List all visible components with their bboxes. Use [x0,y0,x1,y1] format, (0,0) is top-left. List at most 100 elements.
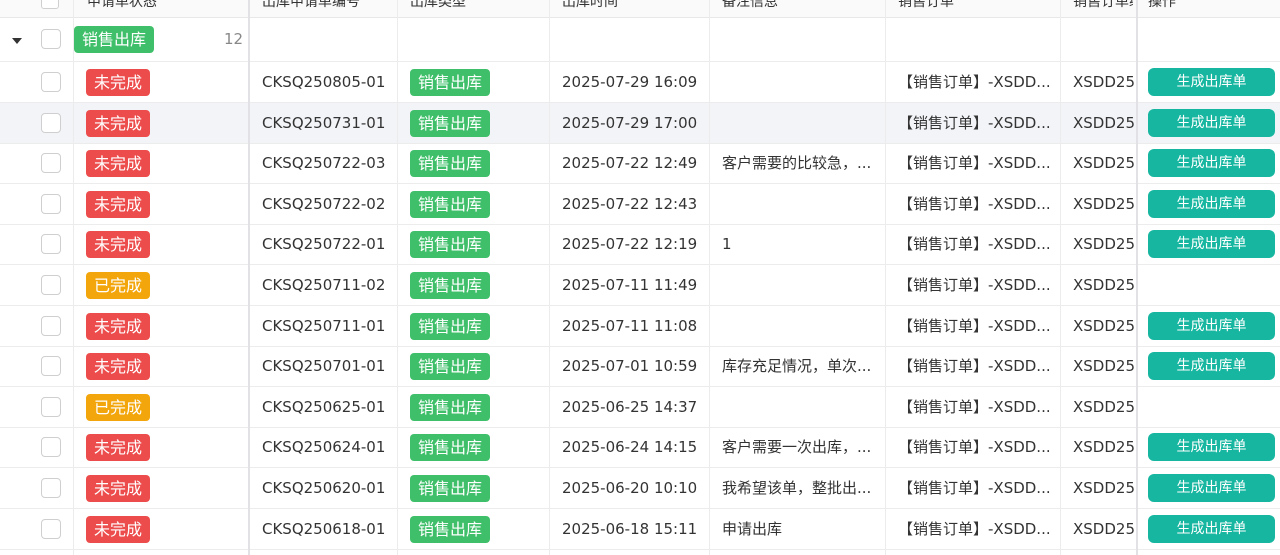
select-all-checkbox[interactable] [41,0,59,9]
remark: 库存充足情况，单次... [722,357,872,376]
outbound-time: 2025-07-11 11:08 [562,316,698,335]
table-row[interactable]: 未完成 CKSQ250805-01 销售出库 2025-07-29 16:09 【销售订… [0,62,1280,103]
column-header-sales-order-no[interactable]: 销售订单编号 [1073,0,1133,11]
group-count: 12 [224,30,244,48]
sales-order[interactable]: 【销售订单】-XSDD... [898,224,1056,264]
generate-outbound-button[interactable]: 生成出库单 [1148,311,1275,340]
table-row[interactable]: 未完成 CKSQ250722-02 销售出库 2025-07-22 12:43 【销售订… [0,184,1280,225]
outbound-type-tag: 销售出库 [410,353,491,381]
status-badge: 未完成 [86,69,151,96]
table-row[interactable]: 未完成 CKSQ250701-01 销售出库 2025-07-01 10:59 库存充足… [0,346,1280,388]
generate-outbound-button[interactable]: 生成出库单 [1148,189,1275,218]
remark: 客户需要的比较急，... [722,154,872,173]
column-header-status[interactable]: 申请单状态 [87,0,245,11]
column-divider [549,0,550,555]
request-code: CKSQ250625-01 [262,397,386,416]
remark: 1 [722,235,732,254]
column-header-request-code[interactable]: 出库申请单编号 [262,0,392,11]
sales-order[interactable]: 【销售订单】-XSDD... [898,306,1056,346]
outbound-type-tag: 销售出库 [410,150,491,178]
table-row[interactable]: 未完成 CKSQ250624-01 销售出库 2025-06-24 14:15 客户需要… [0,427,1280,469]
generate-outbound-button[interactable]: 生成出库单 [1148,149,1275,178]
sales-order[interactable]: 【销售订单】-XSDD... [898,62,1056,102]
row-checkbox[interactable] [41,396,61,417]
status-badge: 未完成 [86,109,151,137]
table-row[interactable]: 已完成 CKSQ250711-02 销售出库 2025-07-11 11:49 【销售订… [0,265,1280,306]
sales-order[interactable]: 【销售订单】-XSDD... [898,143,1056,183]
column-header-outbound-type[interactable]: 出库类型 [410,0,542,11]
sales-order[interactable]: 【销售订单】-XSDD... [898,509,1056,549]
generate-outbound-button[interactable]: 生成出库单 [1148,230,1275,259]
row-checkbox[interactable] [41,315,61,336]
row-checkbox[interactable] [41,356,61,377]
group-tag: 销售出库 [74,26,155,53]
status-badge: 未完成 [86,312,151,340]
group-checkbox[interactable] [41,29,61,49]
status-badge: 未完成 [86,434,151,462]
outbound-type-tag: 销售出库 [410,312,491,340]
table-row[interactable]: 未完成 CKSQ250711-01 销售出库 2025-07-11 11:08 【销售订… [0,306,1280,347]
table-header: 申请单状态 出库申请单编号 出库类型 出库时间 备注信息 销售订单 销售订单编号… [0,0,1280,18]
sales-order[interactable]: 【销售订单】-XSDD... [898,346,1056,386]
sales-order[interactable]: 【销售订单】-XSDD... [898,265,1056,305]
outbound-type-tag: 销售出库 [410,69,491,96]
outbound-time: 2025-07-29 17:00 [562,113,698,132]
remark [722,265,880,305]
generate-outbound-button[interactable]: 生成出库单 [1148,108,1275,137]
status-badge: 未完成 [86,353,151,381]
sales-order-no: XSDD250 [1073,73,1135,91]
group-row[interactable]: 销售出库 12 [0,17,1280,62]
column-divider [248,0,250,555]
row-checkbox[interactable] [41,193,61,214]
table-row[interactable]: 已完成 CKSQ250625-01 销售出库 2025-06-25 14:37 【销售订… [0,387,1280,428]
generate-outbound-button[interactable]: 生成出库单 [1148,474,1275,502]
outbound-type-tag: 销售出库 [410,434,491,462]
sales-order-no: XSDD250 [1073,194,1135,213]
outbound-type-tag: 销售出库 [410,109,491,137]
outbound-time: 2025-07-22 12:49 [562,154,698,173]
request-code: CKSQ250805-01 [262,73,386,91]
column-divider [885,0,886,555]
row-checkbox[interactable] [41,72,61,92]
table-row[interactable]: 未完成 CKSQ250620-01 销售出库 2025-06-20 10:10 我希望该… [0,468,1280,509]
generate-outbound-button[interactable]: 生成出库单 [1148,352,1275,381]
outbound-type-tag: 销售出库 [410,515,491,543]
sales-order[interactable]: 【销售订单】-XSDD... [898,427,1056,467]
row-checkbox[interactable] [41,437,61,458]
sales-order-no: XSDD250 [1073,276,1135,294]
table-row[interactable]: 未完成 CKSQ250618-01 销售出库 2025-06-18 15:11 申请出库… [0,509,1280,550]
column-header-remark[interactable]: 备注信息 [722,0,878,11]
outbound-time: 2025-06-25 14:37 [562,397,698,416]
sales-order[interactable]: 【销售订单】-XSDD... [898,184,1056,224]
request-code: CKSQ250624-01 [262,438,386,457]
status-badge: 未完成 [86,515,151,543]
column-header-sales-order[interactable]: 销售订单 [898,0,1054,11]
sales-order-no: XSDD250 [1073,357,1135,376]
sales-order-no: XSDD250 [1073,479,1135,497]
generate-outbound-button[interactable]: 生成出库单 [1148,433,1275,462]
generate-outbound-button[interactable]: 生成出库单 [1148,514,1275,543]
sales-order[interactable]: 【销售订单】-XSDD... [898,103,1056,143]
row-checkbox[interactable] [41,518,61,539]
generate-outbound-button[interactable]: 生成出库单 [1148,68,1275,96]
row-checkbox[interactable] [41,275,61,295]
row-checkbox[interactable] [41,234,61,255]
sales-order[interactable]: 【销售订单】-XSDD... [898,387,1056,427]
remark: 申请出库 [722,519,783,538]
sales-order-no: XSDD250 [1073,154,1135,173]
table-row[interactable]: 未完成 CKSQ250722-03 销售出库 2025-07-22 12:49 客户需要… [0,143,1280,185]
row-checkbox[interactable] [41,478,61,498]
outbound-time: 2025-06-20 10:10 [562,479,698,497]
remark [722,103,880,143]
table-row[interactable]: 未完成 CKSQ250722-01 销售出库 2025-07-22 12:19 1 【销售… [0,224,1280,266]
column-header-outbound-time[interactable]: 出库时间 [562,0,702,11]
sales-order-no: XSDD250 [1073,519,1135,538]
request-code: CKSQ250711-01 [262,316,386,335]
sales-order[interactable]: 【销售订单】-XSDD... [898,468,1056,508]
request-code: CKSQ250731-01 [262,113,386,132]
remark [722,62,880,102]
caret-down-icon[interactable] [12,38,22,44]
row-checkbox[interactable] [41,112,61,133]
table-row[interactable]: 未完成 CKSQ250731-01 销售出库 2025-07-29 17:00 【销售订… [0,102,1280,144]
row-checkbox[interactable] [41,153,61,174]
